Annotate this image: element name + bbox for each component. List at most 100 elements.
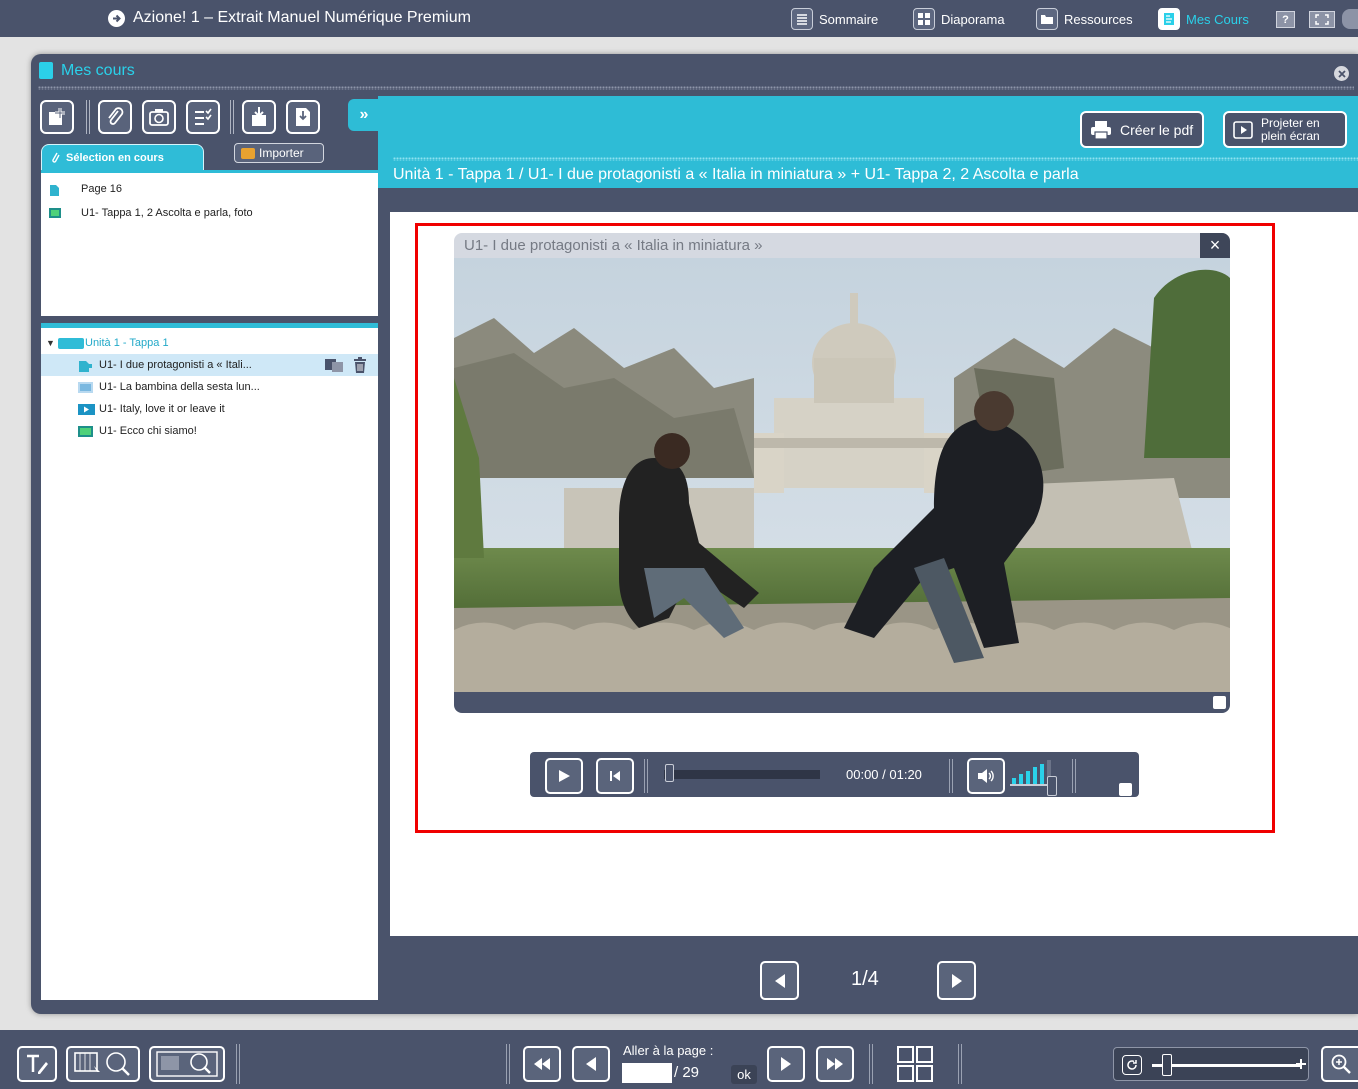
zoom-minus-icon[interactable] xyxy=(1154,1057,1159,1073)
topnav-diaporama[interactable]: Diaporama xyxy=(913,7,1005,31)
video-page-icon xyxy=(78,360,93,372)
page-overview-button[interactable] xyxy=(897,1046,933,1082)
spotlight-tool-button[interactable] xyxy=(149,1046,225,1082)
trash-icon[interactable] xyxy=(353,357,367,373)
toolbar-separator xyxy=(506,1044,510,1084)
paperclip-icon xyxy=(50,151,60,165)
spotlight-icon xyxy=(155,1050,219,1078)
export-button[interactable] xyxy=(242,100,276,134)
image-icon xyxy=(78,425,93,437)
previous-slide-button[interactable] xyxy=(760,961,799,1000)
progress-knob[interactable] xyxy=(665,764,674,782)
camera-icon xyxy=(148,107,170,127)
volume-track xyxy=(1010,784,1048,786)
topnav-sommaire-label: Sommaire xyxy=(819,11,879,27)
play-screen-icon xyxy=(1233,120,1253,139)
help-button[interactable]: ? xyxy=(1276,11,1295,28)
reset-zoom-icon[interactable] xyxy=(1122,1055,1142,1075)
import-button[interactable]: Importer xyxy=(234,143,324,163)
panel-title-divider xyxy=(38,86,1354,90)
project-fullscreen-button[interactable]: Projeter en plein écran xyxy=(1223,111,1347,148)
checklist-icon xyxy=(193,107,213,127)
project-fullscreen-text: Projeter en plein écran xyxy=(1261,116,1320,143)
topnav-mes-cours[interactable]: Mes Cours xyxy=(1158,7,1249,31)
triangle-down-icon[interactable]: ▼ xyxy=(46,338,55,348)
close-icon xyxy=(1337,69,1346,78)
video-title-bar: U1- I due protagonisti a « Italia in min… xyxy=(454,233,1230,258)
quiz-button[interactable] xyxy=(186,100,220,134)
create-pdf-button[interactable]: Créer le pdf xyxy=(1080,111,1204,148)
course-tree: ▼ Unità 1 - Tappa 1 U1- I due protagonis… xyxy=(41,323,378,1000)
zoom-knob[interactable] xyxy=(1162,1054,1172,1076)
toolbar-separator xyxy=(86,100,90,134)
chevron-right-icon xyxy=(778,1055,794,1073)
image-icon xyxy=(49,207,61,219)
tab-selection-label: Sélection en cours xyxy=(66,151,164,164)
next-page-button[interactable] xyxy=(767,1046,805,1082)
duplicate-icon[interactable] xyxy=(325,359,343,372)
next-slide-button[interactable] xyxy=(937,961,976,1000)
chevron-right-icon xyxy=(949,972,965,990)
video-close-button[interactable]: × xyxy=(1200,233,1230,258)
zoom-track[interactable] xyxy=(1152,1064,1302,1067)
player-separator xyxy=(1072,759,1076,793)
video-frame[interactable] xyxy=(454,258,1230,692)
fullscreen-button[interactable] xyxy=(1309,11,1335,28)
goto-page-input[interactable] xyxy=(622,1063,672,1083)
header-divider xyxy=(393,157,1358,161)
image-icon xyxy=(78,381,93,393)
folder-icon xyxy=(1036,8,1058,30)
video-still-image xyxy=(454,258,1230,692)
mute-button[interactable] xyxy=(967,758,1005,794)
tree-item-label: U1- La bambina della sesta lun... xyxy=(99,381,260,393)
fullscreen-icon xyxy=(1315,14,1329,25)
progress-track[interactable] xyxy=(664,770,820,779)
topnav-ressources[interactable]: Ressources xyxy=(1036,7,1133,31)
topnav-mes-cours-label: Mes Cours xyxy=(1186,11,1249,27)
first-page-button[interactable] xyxy=(523,1046,561,1082)
goto-ok-button[interactable]: ok xyxy=(731,1065,757,1084)
play-button[interactable] xyxy=(545,758,583,794)
volume-bar xyxy=(1026,770,1030,784)
tree-root[interactable]: ▼ Unità 1 - Tappa 1 xyxy=(41,332,378,354)
attach-button[interactable] xyxy=(98,100,132,134)
volume-bar xyxy=(1040,763,1044,784)
expand-icon[interactable] xyxy=(1119,783,1132,796)
save-button[interactable] xyxy=(286,100,320,134)
volume-knob[interactable] xyxy=(1047,776,1057,796)
save-file-icon xyxy=(294,106,312,128)
goto-page-total: / 29 xyxy=(674,1064,700,1081)
magnifier-plus-icon xyxy=(1330,1053,1352,1075)
close-panel-button[interactable] xyxy=(1334,66,1349,81)
zoom-in-button[interactable] xyxy=(1321,1046,1358,1082)
rewind-button[interactable] xyxy=(596,758,634,794)
volume-bar xyxy=(1019,774,1023,784)
zoom-plus-icon[interactable] xyxy=(1296,1059,1306,1069)
toolbar-separator xyxy=(958,1044,962,1084)
arrow-right-icon[interactable] xyxy=(108,9,125,27)
list-icon xyxy=(791,8,813,30)
topnav-sommaire[interactable]: Sommaire xyxy=(791,7,878,31)
last-page-button[interactable] xyxy=(816,1046,854,1082)
previous-page-button[interactable] xyxy=(572,1046,610,1082)
tree-item[interactable]: U1- Italy, love it or leave it xyxy=(41,398,378,420)
toolbar-separator xyxy=(236,1044,240,1084)
tree-item[interactable]: U1- I due protagonisti a « Itali... xyxy=(41,354,378,376)
download-icon xyxy=(249,106,269,128)
tree-item[interactable]: U1- La bambina della sesta lun... xyxy=(41,376,378,398)
double-chevron-left-icon xyxy=(532,1057,552,1071)
tab-selection-en-cours[interactable]: Sélection en cours xyxy=(41,144,204,170)
mask-tool-button[interactable] xyxy=(66,1046,140,1082)
topnav-diaporama-label: Diaporama xyxy=(941,11,1005,27)
create-pdf-label: Créer le pdf xyxy=(1120,121,1194,138)
text-tool-button[interactable] xyxy=(17,1046,57,1082)
tree-item[interactable]: U1- Ecco chi siamo! xyxy=(41,420,378,442)
app-close-button[interactable] xyxy=(1342,9,1358,29)
snapshot-button[interactable] xyxy=(142,100,176,134)
chevron-left-icon xyxy=(772,972,788,990)
expand-button[interactable]: » xyxy=(348,99,380,131)
expand-icon[interactable] xyxy=(1213,696,1226,709)
new-course-button[interactable] xyxy=(40,100,74,134)
project-line-2: plein écran xyxy=(1261,128,1320,143)
new-course-icon xyxy=(46,106,68,128)
